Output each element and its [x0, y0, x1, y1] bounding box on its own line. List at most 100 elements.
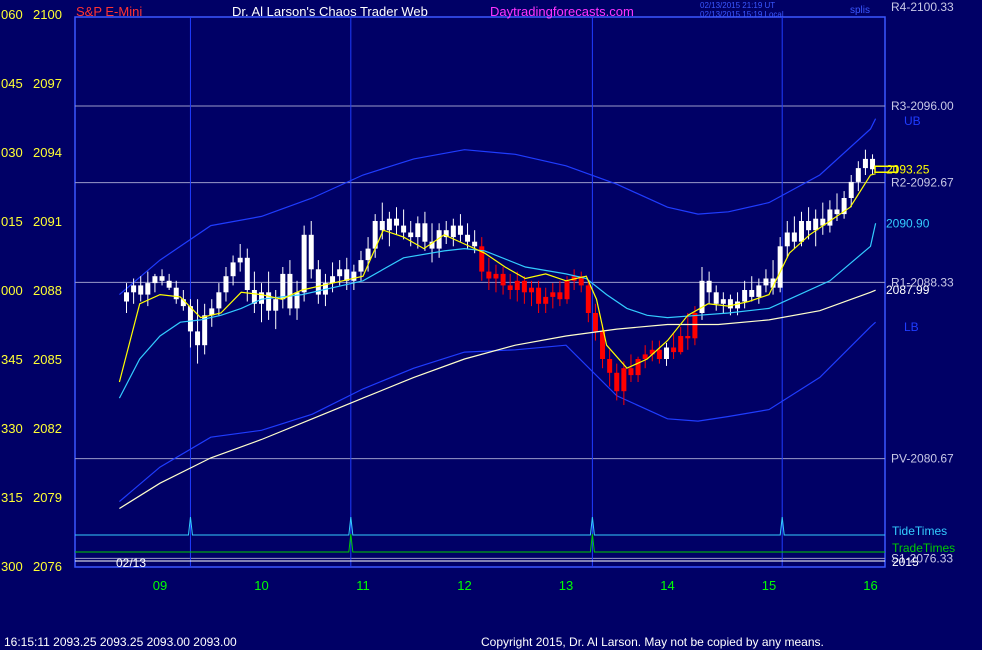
y-tick-code: 300: [1, 559, 23, 574]
candle-body: [621, 368, 627, 392]
y-tick-code: 045: [1, 76, 23, 91]
candle-body: [173, 287, 179, 300]
candle-body: [159, 276, 165, 281]
level-label: R4-2100.33: [891, 0, 954, 14]
candle-body: [486, 271, 492, 279]
x-tick-label: 10: [254, 578, 268, 593]
candle-body: [393, 218, 399, 226]
y-tick-label: 2076: [33, 559, 62, 574]
year-label: 2015: [892, 555, 919, 569]
x-tick-label: 14: [660, 578, 674, 593]
symbol-label: S&P E-Mini: [76, 4, 143, 19]
y-tick-label: 2079: [33, 490, 62, 505]
y-tick-label: 2100: [33, 7, 62, 22]
gridlines-layer: [74, 16, 886, 568]
candle-body: [308, 234, 314, 270]
candle-body: [216, 292, 222, 309]
candle-body: [564, 280, 570, 300]
candle-body: [521, 280, 527, 293]
site-title: Dr. Al Larson's Chaos Trader Web: [232, 4, 428, 19]
lower-band-label: LB: [904, 320, 919, 334]
price-label: 2093.25: [886, 162, 930, 176]
labels-layer: 060 2100 045 2097 030 2094 015 2091 000 2088 345 20…: [1, 0, 955, 593]
candle-body: [862, 158, 868, 169]
date-label: 02/13: [116, 556, 146, 570]
level-label: R2-2092.67: [891, 176, 954, 190]
candle-body: [756, 285, 762, 297]
candle-body: [685, 336, 691, 339]
candle-body: [848, 181, 854, 198]
candle-body: [784, 232, 790, 247]
candle-body: [720, 299, 726, 304]
candle-body: [798, 221, 804, 242]
y-tick-code: 315: [1, 490, 23, 505]
y-tick-label: 2091: [33, 214, 62, 229]
candle-body: [592, 313, 598, 332]
candles-layer: [124, 149, 876, 405]
x-tick-label: 16: [863, 578, 877, 593]
timestamp-utc: 02/13/2015 21:19 UT: [700, 1, 776, 10]
y-tick-code: 060: [1, 7, 23, 22]
candle-body: [628, 368, 634, 376]
tide-times-label: TideTimes: [892, 524, 947, 538]
lower-band-line: [119, 321, 877, 503]
candle-body: [415, 223, 421, 238]
y-tick-code: 330: [1, 421, 23, 436]
candle-body: [500, 273, 506, 286]
candle-body: [280, 273, 286, 300]
candle-body: [386, 218, 392, 231]
candle-body: [557, 292, 563, 300]
y-tick-label: 2082: [33, 421, 62, 436]
candle-body: [266, 292, 272, 311]
candle-body: [791, 232, 797, 242]
price-label: 2090.90: [886, 216, 930, 230]
y-tick-code: 015: [1, 214, 23, 229]
candle-body: [365, 248, 371, 261]
y-tick-code: 000: [1, 283, 23, 298]
y-tick-label: 2085: [33, 352, 62, 367]
candle-body: [706, 280, 712, 293]
trade-times-line: [75, 533, 885, 553]
candle-body: [337, 269, 343, 277]
timestamp-local: 02/13/2015 15:19 Local: [700, 10, 784, 19]
candle-body: [223, 276, 229, 293]
candle-body: [287, 273, 293, 309]
candle-body: [663, 347, 669, 359]
candle-body: [422, 223, 428, 242]
candle-body: [493, 273, 499, 279]
candle-body: [692, 313, 698, 339]
site-link[interactable]: Daytradingforecasts.com: [490, 4, 634, 19]
last-quote: 16:15:11 2093.25 2093.25 2093.00 2093.00: [4, 635, 237, 649]
candle-body: [727, 299, 733, 309]
candle-body: [472, 241, 478, 247]
candle-body: [457, 225, 463, 235]
y-tick-label: 2097: [33, 76, 62, 91]
candle-body: [124, 292, 130, 302]
candle-body: [187, 306, 193, 332]
candle-body: [607, 359, 613, 373]
price-label: 2087.99: [886, 283, 930, 297]
candle-body: [301, 234, 307, 293]
candle-body: [642, 354, 648, 359]
candle-body: [635, 359, 641, 376]
plot-frame: [74, 16, 886, 568]
candle-body: [713, 292, 719, 304]
candle-body: [273, 299, 279, 311]
candle-body: [855, 168, 861, 182]
candle-body: [465, 234, 471, 242]
candle-body: [408, 232, 414, 238]
tide-times-line: [75, 516, 885, 536]
x-tick-label: 15: [762, 578, 776, 593]
candle-body: [145, 283, 151, 295]
candle-body: [152, 276, 158, 284]
upper-band-label: UB: [904, 114, 921, 128]
candle-body: [550, 292, 556, 297]
candle-body: [131, 285, 137, 293]
candle-body: [514, 280, 520, 290]
candle-body: [166, 280, 172, 288]
candle-body: [656, 349, 662, 359]
candle-body: [351, 271, 357, 281]
candle-body: [401, 225, 407, 233]
candle-body: [827, 209, 833, 226]
candle-body: [536, 287, 542, 304]
